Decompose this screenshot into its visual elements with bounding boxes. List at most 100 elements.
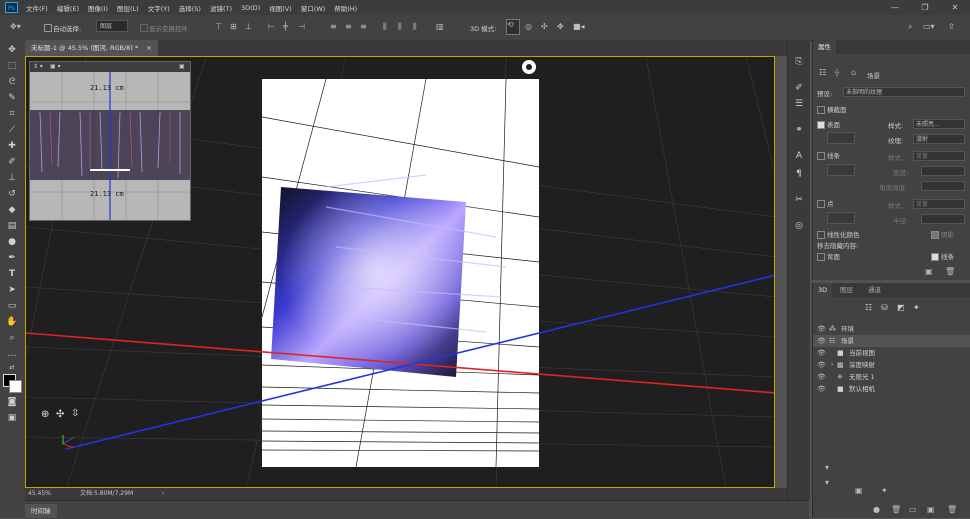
delete-icon[interactable]: 🗑 — [891, 505, 901, 514]
distribute-right-icon[interactable]: ⫼ — [413, 22, 417, 32]
texture-dropdown[interactable]: 漫射 — [913, 134, 965, 144]
eye-icon[interactable]: 👁 — [817, 359, 826, 371]
dropdown-arrow-icon[interactable]: ▾ — [825, 478, 829, 487]
mesh-icon[interactable]: ⟠ — [835, 68, 839, 77]
menu-3d[interactable]: 3D(D) — [241, 4, 260, 12]
pan-widget-icon[interactable]: ✣ — [56, 409, 64, 420]
scene-item-environment[interactable]: 👁 ⁂ 环境 — [813, 323, 970, 335]
orbit-3d-icon[interactable]: ⟲ — [506, 19, 520, 35]
zoom-level[interactable]: 45.45% — [28, 488, 51, 500]
brush-panel-icon[interactable]: ✐ — [793, 82, 805, 94]
preset-dropdown[interactable]: 未指明的纹理 — [843, 87, 965, 97]
properties-tab[interactable]: 属性 — [813, 40, 836, 54]
restore-button[interactable]: ❐ — [910, 0, 940, 15]
secondary-view-window[interactable]: ⇕ ▾ ▣ ▾ ▣ 21.13 cm 21.13 cm — [29, 61, 191, 221]
surface-style-dropdown[interactable]: 未照亮... — [913, 119, 965, 129]
character-panel-icon[interactable]: A — [793, 150, 805, 162]
menu-filter[interactable]: 滤镜(T) — [210, 3, 232, 13]
align-left-icon[interactable]: ⊢ — [268, 22, 275, 31]
surface-checkbox[interactable] — [817, 121, 825, 129]
expand-arrow-icon[interactable]: › — [831, 359, 833, 371]
close-window-button[interactable]: ✕ — [940, 0, 970, 15]
scene-item-default-camera[interactable]: 👁 ■ 默认相机 — [813, 383, 970, 395]
eye-icon[interactable]: 👁 — [817, 371, 826, 383]
menu-window[interactable]: 窗口(W) — [301, 3, 326, 13]
eye-icon[interactable]: 👁 — [817, 335, 826, 347]
menu-type[interactable]: 文字(Y) — [148, 3, 170, 13]
dodge-tool-icon[interactable]: ● — [5, 236, 19, 248]
points-style-dropdown[interactable]: 常量 — [913, 199, 965, 209]
lines-style-dropdown[interactable]: 常量 — [913, 151, 965, 161]
eye-icon[interactable]: 👁 — [817, 383, 826, 395]
hand-tool-icon[interactable]: ✋ — [5, 316, 19, 328]
lasso-tool-icon[interactable]: ᘓ — [5, 76, 19, 88]
scene-item-infinite-light[interactable]: 👁 ✳ 无限光 1 — [813, 371, 970, 383]
history-brush-icon[interactable]: ↺ — [5, 188, 19, 200]
document-tab[interactable]: 未标题-1 @ 45.5% (图河, RGB/8) * × — [25, 40, 158, 56]
distribute-hcenter-icon[interactable]: ⫼ — [398, 22, 402, 32]
auto-select-dropdown[interactable]: 图层 — [96, 20, 128, 32]
search-icon[interactable]: ⌕ — [908, 22, 912, 32]
screen-mode-icon[interactable]: ▣ — [5, 412, 19, 424]
align-right-icon[interactable]: ⊣ — [298, 22, 305, 31]
brush-tool-icon[interactable]: ✐ — [5, 156, 19, 168]
scene-item-current-view[interactable]: 👁 ■ 当前视图 — [813, 347, 970, 359]
distribute-left-icon[interactable]: ⫼ — [383, 22, 387, 32]
gradient-tool-icon[interactable]: ▤ — [5, 220, 19, 232]
scene-item-depth-map[interactable]: 👁 › ▦ 深度映射 — [813, 359, 970, 371]
roll-3d-icon[interactable]: ◎ — [525, 22, 532, 31]
close-view-icon[interactable]: ▣ — [179, 63, 185, 70]
linearize-checkbox[interactable] — [817, 231, 825, 239]
swap-colors-icon[interactable]: ⇄ — [5, 362, 19, 374]
align-bottom-icon[interactable]: ⊥ — [245, 22, 252, 31]
background-color-swatch[interactable] — [9, 380, 22, 393]
canvas-workspace[interactable]: ⊕ ✣ ⇳ ⇕ ▾ ▣ ▾ ▣ 21.13 cm 21.13 cm — [25, 56, 775, 488]
radius-field[interactable] — [921, 214, 965, 224]
scene-icon[interactable]: ☷ — [819, 68, 826, 77]
distribute-vcenter-icon[interactable]: ≡ — [345, 22, 352, 31]
menu-view[interactable]: 视图(V) — [269, 3, 292, 13]
paragraph-panel-icon[interactable]: ¶ — [793, 168, 805, 180]
eye-icon[interactable]: 👁 — [817, 347, 826, 359]
scene-item-scene[interactable]: 👁 ☷ 场景 — [813, 335, 970, 347]
move-tool-icon[interactable]: ✥ — [5, 44, 19, 56]
clone-source-icon[interactable]: ⚭ — [793, 124, 805, 136]
align-top-icon[interactable]: ⊤ — [215, 22, 222, 31]
render-icon[interactable]: ▣ — [925, 267, 933, 276]
zoom-tool-icon[interactable]: ⌕ — [5, 332, 19, 344]
distribute-bottom-icon[interactable]: ≡ — [360, 22, 367, 31]
lines-color-swatch[interactable] — [827, 164, 855, 176]
lights-icon[interactable]: ✦ — [913, 303, 920, 312]
eyedropper-tool-icon[interactable]: ⟋ — [5, 124, 19, 136]
shadow-checkbox[interactable] — [931, 231, 939, 239]
video-camera-icon[interactable]: ■◂ — [573, 22, 585, 31]
align-vcenter-icon[interactable]: ⊞ — [230, 22, 237, 31]
dolly-widget-icon[interactable]: ⇳ — [71, 408, 79, 419]
meshes-icon[interactable]: ⛁ — [881, 303, 888, 312]
lines-checkbox[interactable] — [817, 152, 825, 160]
menu-help[interactable]: 帮助(H) — [334, 3, 357, 13]
tab-layers[interactable]: 图层 — [835, 283, 858, 297]
workspace-icon[interactable]: ▭▾ — [923, 22, 935, 31]
eye-icon[interactable]: 👁 — [817, 323, 826, 335]
quick-mask-icon[interactable]: ◙ — [5, 396, 19, 408]
materials-icon[interactable]: ◩ — [897, 303, 905, 312]
crop-tool-icon[interactable]: ⌗ — [5, 108, 19, 120]
points-color-swatch[interactable] — [827, 212, 855, 224]
more-tools-icon[interactable]: … — [5, 348, 19, 360]
pan-3d-icon[interactable]: ✣ — [541, 22, 548, 31]
menu-file[interactable]: 文件(F) — [26, 3, 48, 13]
tab-channels[interactable]: 通道 — [863, 283, 886, 297]
marquee-tool-icon[interactable]: ⬚ — [5, 60, 19, 72]
cross-section-checkbox[interactable] — [817, 106, 825, 114]
new-icon[interactable]: ▣ — [927, 505, 935, 514]
3d-panel-icon[interactable]: ◎ — [793, 220, 805, 232]
distribute-top-icon[interactable]: ≡ — [330, 22, 337, 31]
close-tab-button[interactable]: × — [146, 44, 151, 52]
camera-menu-icon[interactable]: ▣ ▾ — [50, 63, 61, 70]
dropdown-arrow-icon[interactable]: ▾ — [825, 463, 829, 472]
status-menu-arrow[interactable]: › — [162, 488, 164, 500]
menu-image[interactable]: 图像(I) — [88, 3, 108, 13]
menu-edit[interactable]: 编辑(E) — [57, 3, 79, 13]
share-icon[interactable]: ⇪ — [948, 22, 955, 31]
